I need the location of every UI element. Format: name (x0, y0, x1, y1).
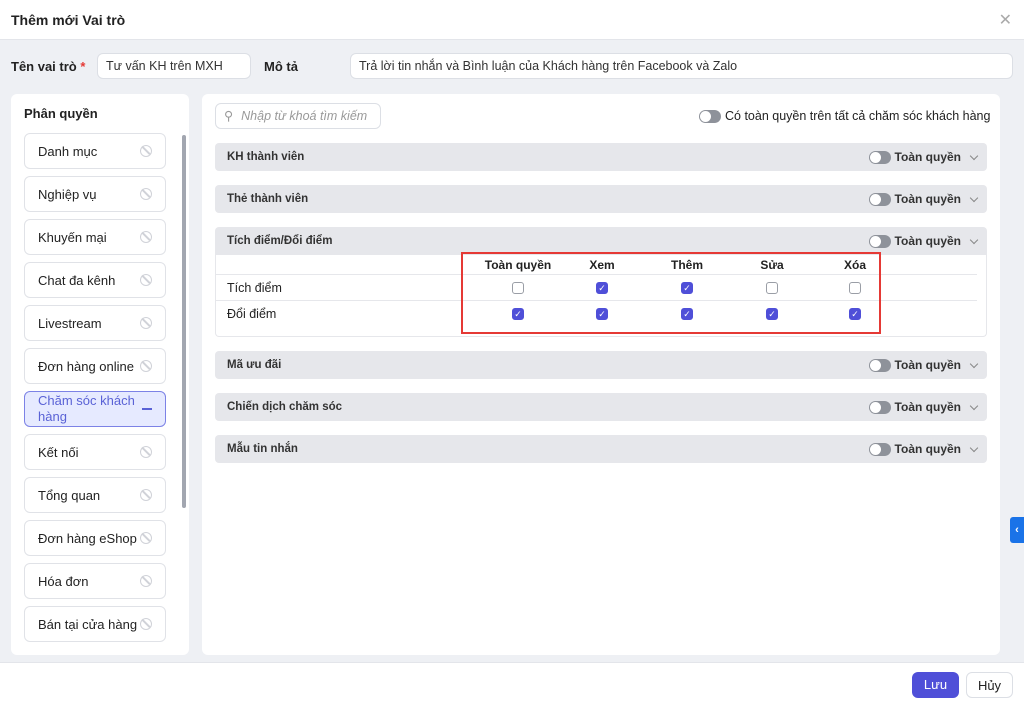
sidebar-item[interactable]: Đơn hàng eShop (24, 520, 166, 556)
disabled-icon (140, 618, 152, 630)
role-name-label: Tên vai trò * (11, 59, 86, 74)
toggle-switch[interactable] (868, 358, 891, 372)
sidebar-item[interactable]: Livestream (24, 305, 166, 341)
section-header[interactable]: Tích điểm/Đổi điểm Toàn quyền (215, 227, 987, 255)
full-access-toggle[interactable]: Toàn quyền (868, 442, 979, 456)
sidebar-item[interactable]: Chat đa kênh (24, 262, 166, 298)
global-full-access-toggle[interactable]: Có toàn quyền trên tất cả chăm sóc khách… (699, 109, 990, 123)
sidebar-item[interactable]: Danh mục (24, 133, 166, 169)
row-label: Đổi điểm (227, 307, 277, 321)
disabled-icon (140, 188, 152, 200)
search-icon: ⚲ (224, 109, 234, 123)
save-button[interactable]: Lưu (912, 672, 959, 698)
disabled-icon (140, 360, 152, 372)
disabled-icon (140, 274, 152, 286)
section-header[interactable]: KH thành viên Toàn quyền (215, 143, 987, 171)
close-icon[interactable]: ✕ (999, 10, 1012, 30)
chevron-down-icon[interactable] (969, 359, 979, 368)
section-header[interactable]: Mẫu tin nhắn Toàn quyền (215, 435, 987, 463)
highlight-box (461, 252, 881, 334)
description-label: Mô tả (264, 59, 298, 74)
sidebar-item[interactable]: Chăm sóc khách hàng (24, 391, 166, 427)
disabled-icon (140, 231, 152, 243)
dialog-title: Thêm mới Vai trò (11, 12, 126, 28)
chevron-down-icon[interactable] (969, 193, 979, 202)
toggle-switch[interactable] (699, 109, 721, 123)
sidebar-item[interactable]: Hóa đơn (24, 563, 166, 599)
toggle-switch[interactable] (868, 150, 891, 164)
disabled-icon (140, 317, 152, 329)
disabled-icon (140, 145, 152, 157)
dialog-footer (0, 662, 1024, 709)
chevron-down-icon[interactable] (969, 151, 979, 160)
search-input[interactable]: ⚲ Nhập từ khoá tìm kiếm (215, 103, 381, 129)
sidebar-item[interactable]: Nghiệp vụ (24, 176, 166, 212)
disabled-icon (140, 446, 152, 458)
section-header[interactable]: Mã ưu đãi Toàn quyền (215, 351, 987, 379)
row-label: Tích điểm (227, 281, 282, 295)
full-access-toggle[interactable]: Toàn quyền (868, 358, 979, 372)
sidebar-item[interactable]: Đơn hàng online (24, 348, 166, 384)
disabled-icon (140, 575, 152, 587)
toggle-switch[interactable] (868, 234, 891, 248)
dialog-header: Thêm mới Vai trò ✕ (0, 0, 1024, 40)
sidebar-item[interactable]: Kết nối (24, 434, 166, 470)
description-input[interactable]: Trả lời tin nhắn và Bình luận của Khách … (350, 53, 1013, 79)
full-access-toggle[interactable]: Toàn quyền (868, 192, 979, 206)
chevron-down-icon[interactable] (969, 235, 979, 244)
full-access-toggle[interactable]: Toàn quyền (868, 400, 979, 414)
section-header[interactable]: Chiến dịch chăm sóc Toàn quyền (215, 393, 987, 421)
toggle-switch[interactable] (868, 192, 891, 206)
toggle-switch[interactable] (868, 400, 891, 414)
role-name-input[interactable]: Tư vấn KH trên MXH (97, 53, 251, 79)
full-access-toggle[interactable]: Toàn quyền (868, 150, 979, 164)
section-header[interactable]: Thẻ thành viên Toàn quyền (215, 185, 987, 213)
chevron-left-icon[interactable]: ‹ (1010, 517, 1024, 543)
toggle-switch[interactable] (868, 442, 891, 456)
disabled-icon (140, 532, 152, 544)
minus-icon (142, 408, 152, 410)
chevron-down-icon[interactable] (969, 443, 979, 452)
sidebar-item[interactable]: Khuyến mại (24, 219, 166, 255)
chevron-down-icon[interactable] (969, 401, 979, 410)
sidebar-scrollbar[interactable] (182, 135, 186, 508)
sidebar-item[interactable]: Bán tại cửa hàng (24, 606, 166, 642)
sidebar-item[interactable]: Tổng quan (24, 477, 166, 513)
full-access-toggle[interactable]: Toàn quyền (868, 234, 979, 248)
disabled-icon (140, 489, 152, 501)
cancel-button[interactable]: Hủy (966, 672, 1013, 698)
sidebar-title: Phân quyền (24, 106, 98, 121)
